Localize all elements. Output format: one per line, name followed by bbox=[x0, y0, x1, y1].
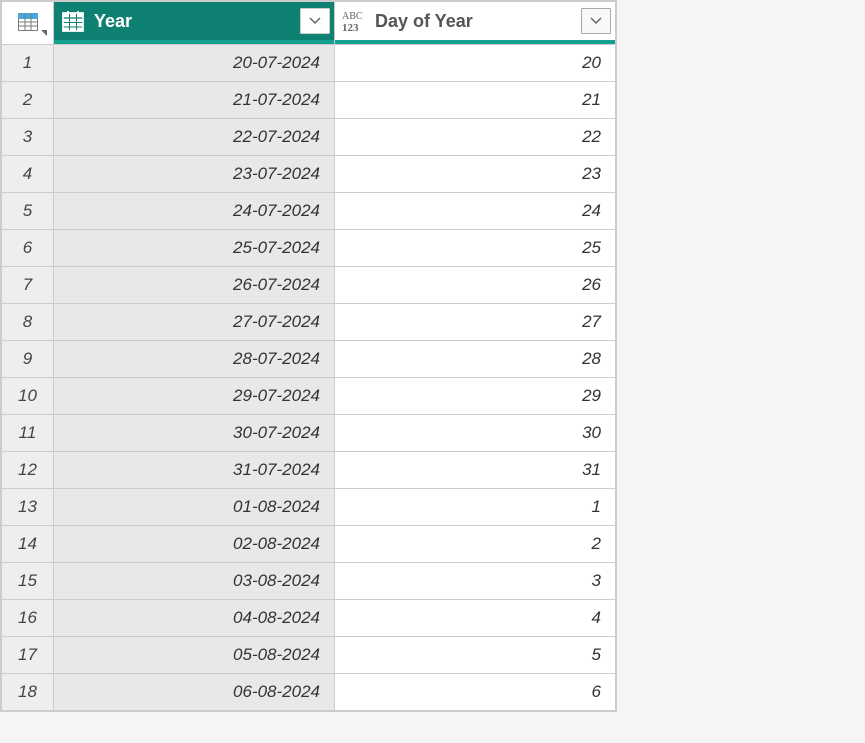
table-row[interactable]: 928-07-202428 bbox=[2, 341, 616, 378]
cell-day-of-year[interactable]: 6 bbox=[335, 674, 616, 711]
cell-day-of-year[interactable]: 30 bbox=[335, 415, 616, 452]
column-header-day-of-year[interactable]: ABC 123 Day of Year bbox=[335, 2, 616, 45]
column-label: Day of Year bbox=[373, 2, 581, 40]
cell-day-of-year[interactable]: 3 bbox=[335, 563, 616, 600]
cell-day-of-year[interactable]: 28 bbox=[335, 341, 616, 378]
any-type-icon: ABC 123 bbox=[335, 2, 373, 40]
table-row[interactable]: 1806-08-20246 bbox=[2, 674, 616, 711]
row-number[interactable]: 6 bbox=[2, 230, 54, 267]
cell-year[interactable]: 24-07-2024 bbox=[54, 193, 335, 230]
cell-day-of-year[interactable]: 23 bbox=[335, 156, 616, 193]
cell-day-of-year[interactable]: 4 bbox=[335, 600, 616, 637]
table-row[interactable]: 1130-07-202430 bbox=[2, 415, 616, 452]
table-row[interactable]: 120-07-202420 bbox=[2, 45, 616, 82]
cell-year[interactable]: 06-08-2024 bbox=[54, 674, 335, 711]
cell-day-of-year[interactable]: 29 bbox=[335, 378, 616, 415]
cell-day-of-year[interactable]: 1 bbox=[335, 489, 616, 526]
cell-year[interactable]: 27-07-2024 bbox=[54, 304, 335, 341]
cell-day-of-year[interactable]: 31 bbox=[335, 452, 616, 489]
cell-day-of-year[interactable]: 27 bbox=[335, 304, 616, 341]
table-row[interactable]: 524-07-202424 bbox=[2, 193, 616, 230]
table-row[interactable]: 1402-08-20242 bbox=[2, 526, 616, 563]
cell-day-of-year[interactable]: 25 bbox=[335, 230, 616, 267]
cell-day-of-year[interactable]: 2 bbox=[335, 526, 616, 563]
column-accent bbox=[54, 40, 334, 44]
table-row[interactable]: 1503-08-20243 bbox=[2, 563, 616, 600]
row-number[interactable]: 13 bbox=[2, 489, 54, 526]
cell-year[interactable]: 29-07-2024 bbox=[54, 378, 335, 415]
table-row[interactable]: 827-07-202427 bbox=[2, 304, 616, 341]
row-number[interactable]: 4 bbox=[2, 156, 54, 193]
svg-text:123: 123 bbox=[342, 22, 359, 33]
cell-year[interactable]: 05-08-2024 bbox=[54, 637, 335, 674]
table-row[interactable]: 1231-07-202431 bbox=[2, 452, 616, 489]
column-accent bbox=[335, 40, 615, 44]
table-icon bbox=[2, 2, 53, 44]
row-number[interactable]: 10 bbox=[2, 378, 54, 415]
table-row[interactable]: 221-07-202421 bbox=[2, 82, 616, 119]
column-filter-button[interactable] bbox=[581, 8, 611, 34]
row-number[interactable]: 18 bbox=[2, 674, 54, 711]
row-number[interactable]: 11 bbox=[2, 415, 54, 452]
cell-year[interactable]: 21-07-2024 bbox=[54, 82, 335, 119]
cell-year[interactable]: 03-08-2024 bbox=[54, 563, 335, 600]
table-row[interactable]: 322-07-202422 bbox=[2, 119, 616, 156]
column-header-year[interactable]: Year bbox=[54, 2, 335, 45]
cell-year[interactable]: 20-07-2024 bbox=[54, 45, 335, 82]
row-number[interactable]: 16 bbox=[2, 600, 54, 637]
dropdown-triangle-icon bbox=[41, 30, 47, 36]
cell-day-of-year[interactable]: 26 bbox=[335, 267, 616, 304]
column-filter-button[interactable] bbox=[300, 8, 330, 34]
cell-year[interactable]: 26-07-2024 bbox=[54, 267, 335, 304]
cell-year[interactable]: 25-07-2024 bbox=[54, 230, 335, 267]
cell-day-of-year[interactable]: 5 bbox=[335, 637, 616, 674]
select-all-corner[interactable] bbox=[2, 2, 54, 45]
row-number[interactable]: 9 bbox=[2, 341, 54, 378]
table-row[interactable]: 1301-08-20241 bbox=[2, 489, 616, 526]
cell-day-of-year[interactable]: 20 bbox=[335, 45, 616, 82]
cell-year[interactable]: 23-07-2024 bbox=[54, 156, 335, 193]
column-label: Year bbox=[92, 2, 300, 40]
table-row[interactable]: 625-07-202425 bbox=[2, 230, 616, 267]
cell-year[interactable]: 28-07-2024 bbox=[54, 341, 335, 378]
cell-year[interactable]: 31-07-2024 bbox=[54, 452, 335, 489]
row-number[interactable]: 17 bbox=[2, 637, 54, 674]
cell-year[interactable]: 01-08-2024 bbox=[54, 489, 335, 526]
row-number[interactable]: 15 bbox=[2, 563, 54, 600]
row-number[interactable]: 8 bbox=[2, 304, 54, 341]
cell-day-of-year[interactable]: 24 bbox=[335, 193, 616, 230]
cell-year[interactable]: 30-07-2024 bbox=[54, 415, 335, 452]
cell-year[interactable]: 22-07-2024 bbox=[54, 119, 335, 156]
cell-year[interactable]: 02-08-2024 bbox=[54, 526, 335, 563]
row-number[interactable]: 3 bbox=[2, 119, 54, 156]
row-number[interactable]: 5 bbox=[2, 193, 54, 230]
data-table: Year ABC 123 bbox=[0, 0, 617, 712]
cell-day-of-year[interactable]: 22 bbox=[335, 119, 616, 156]
table-row[interactable]: 1705-08-20245 bbox=[2, 637, 616, 674]
row-number[interactable]: 14 bbox=[2, 526, 54, 563]
date-type-icon bbox=[54, 2, 92, 40]
row-number[interactable]: 2 bbox=[2, 82, 54, 119]
row-number[interactable]: 1 bbox=[2, 45, 54, 82]
table-row[interactable]: 423-07-202423 bbox=[2, 156, 616, 193]
cell-year[interactable]: 04-08-2024 bbox=[54, 600, 335, 637]
cell-day-of-year[interactable]: 21 bbox=[335, 82, 616, 119]
table-row[interactable]: 1604-08-20244 bbox=[2, 600, 616, 637]
table-row[interactable]: 726-07-202426 bbox=[2, 267, 616, 304]
table-row[interactable]: 1029-07-202429 bbox=[2, 378, 616, 415]
chevron-down-icon bbox=[590, 17, 602, 25]
svg-text:ABC: ABC bbox=[342, 11, 363, 22]
chevron-down-icon bbox=[309, 17, 321, 25]
row-number[interactable]: 7 bbox=[2, 267, 54, 304]
row-number[interactable]: 12 bbox=[2, 452, 54, 489]
